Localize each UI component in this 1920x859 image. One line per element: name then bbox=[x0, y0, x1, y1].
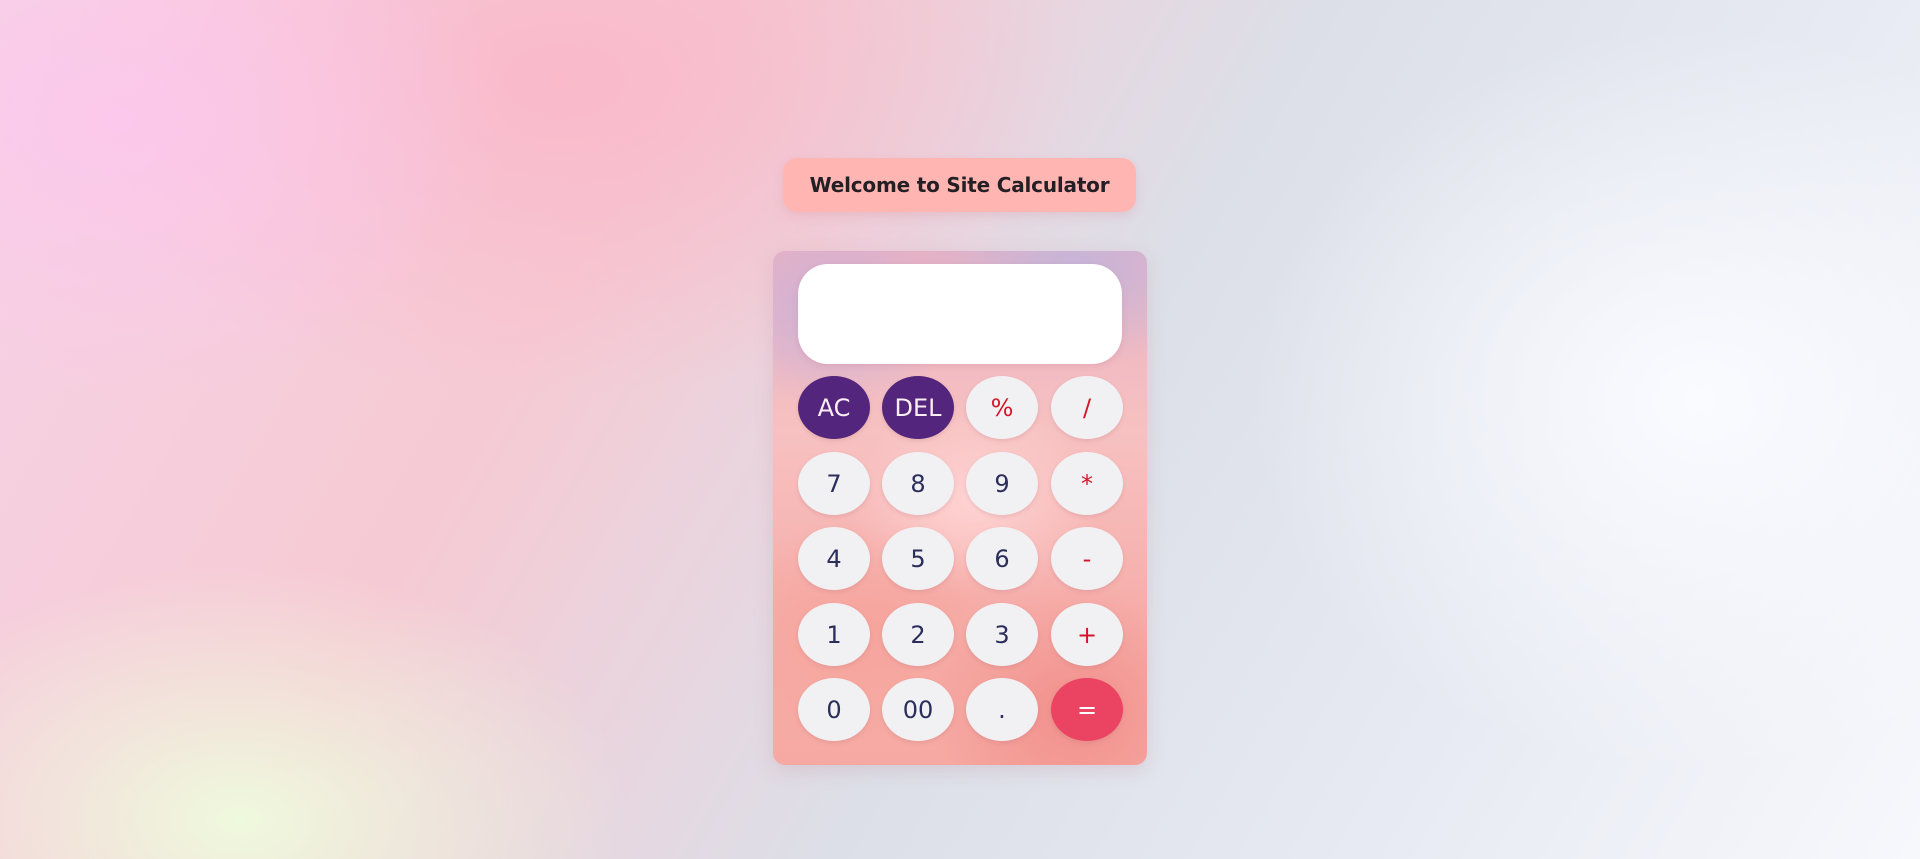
digit-5-button[interactable]: 5 bbox=[882, 527, 954, 590]
calculator-panel: AC DEL % / 7 8 9 * 4 5 6 - 1 2 3 + 0 00 … bbox=[773, 251, 1147, 765]
digit-0-button[interactable]: 0 bbox=[798, 678, 870, 741]
percent-button[interactable]: % bbox=[966, 376, 1038, 439]
digit-7-button[interactable]: 7 bbox=[798, 452, 870, 515]
decimal-button[interactable]: . bbox=[966, 678, 1038, 741]
delete-button[interactable]: DEL bbox=[882, 376, 954, 439]
double-zero-button[interactable]: 00 bbox=[882, 678, 954, 741]
digit-9-button[interactable]: 9 bbox=[966, 452, 1038, 515]
calculator-display bbox=[798, 264, 1122, 364]
digit-2-button[interactable]: 2 bbox=[882, 603, 954, 666]
add-button[interactable]: + bbox=[1051, 603, 1123, 666]
subtract-button[interactable]: - bbox=[1051, 527, 1123, 590]
clear-button[interactable]: AC bbox=[798, 376, 870, 439]
multiply-button[interactable]: * bbox=[1051, 452, 1123, 515]
equals-button[interactable]: = bbox=[1051, 678, 1123, 741]
divide-button[interactable]: / bbox=[1051, 376, 1123, 439]
digit-8-button[interactable]: 8 bbox=[882, 452, 954, 515]
digit-1-button[interactable]: 1 bbox=[798, 603, 870, 666]
digit-3-button[interactable]: 3 bbox=[966, 603, 1038, 666]
digit-6-button[interactable]: 6 bbox=[966, 527, 1038, 590]
page-title: Welcome to Site Calculator bbox=[783, 158, 1136, 212]
digit-4-button[interactable]: 4 bbox=[798, 527, 870, 590]
